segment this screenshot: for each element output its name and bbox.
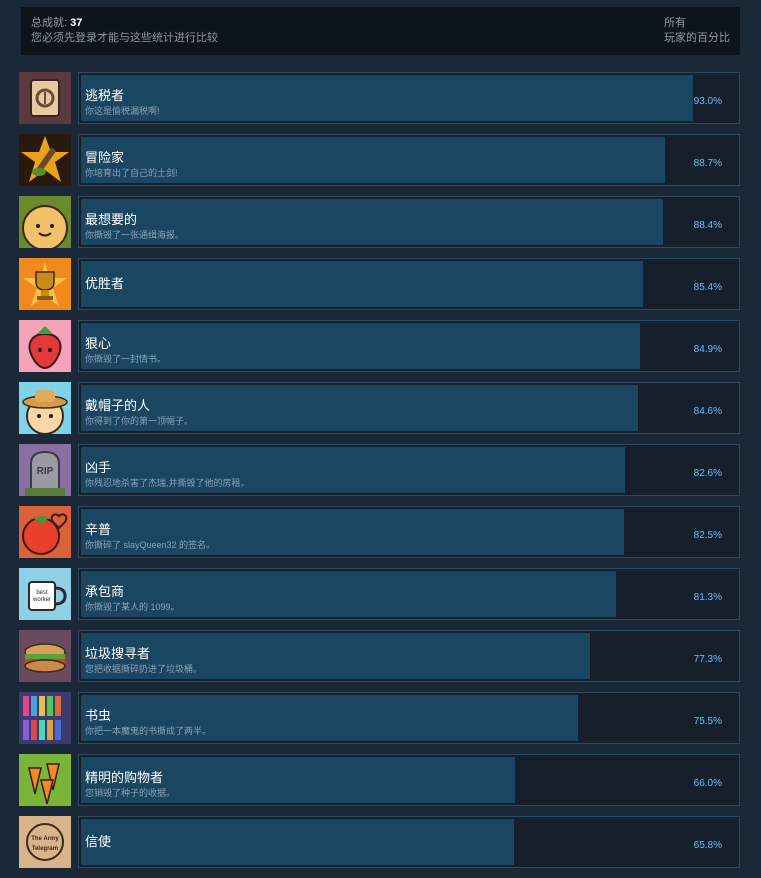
achievement-percent: 93.0% xyxy=(693,96,722,107)
achievement-percent: 82.5% xyxy=(693,530,722,541)
hat-face-icon xyxy=(19,382,71,434)
achievement-row: best worker 承包商你撕毁了某人的 1099。 81.3% xyxy=(19,568,740,620)
army-telegram-icon: The Army Telegram xyxy=(19,816,71,868)
achievement-percent: 85.4% xyxy=(693,282,722,293)
percent-column-header: 所有 玩家的百分比 xyxy=(664,16,730,46)
achievement-progress-bar: 书虫你把一本魔鬼的书撕成了两半。 75.5% xyxy=(78,692,740,744)
total-count: 37 xyxy=(70,17,83,29)
achievement-name: 冒险家 xyxy=(85,150,125,165)
achievement-description: 您把收据撕碎扔进了垃圾桶。 xyxy=(85,664,203,674)
svg-text:best: best xyxy=(36,590,48,596)
achievement-percent: 81.3% xyxy=(693,592,722,603)
tomato-heart-icon xyxy=(19,506,71,558)
achievement-row: 最想要的你撕毁了一张通缉海报。 88.4% xyxy=(19,196,740,248)
achievement-name: 狠心 xyxy=(85,336,112,351)
achievement-row: 戴帽子的人你得到了你的第一顶帽子。 84.6% xyxy=(19,382,740,434)
achievement-progress-bar: 戴帽子的人你得到了你的第一顶帽子。 84.6% xyxy=(78,382,740,434)
strawberry-icon xyxy=(19,320,71,372)
achievement-row: 优胜者 85.4% xyxy=(19,258,740,310)
achievement-progress-bar: 最想要的你撕毁了一张通缉海报。 88.4% xyxy=(78,196,740,248)
achievement-summary: 总成就: 37 您必须先登录才能与这些统计进行比较 所有 玩家的百分比 xyxy=(21,7,740,55)
achievement-list: 逃税者你这是偷税漏税啊! 93.0% 冒险家你培育出了自己的土剑! 88.7% 最想要的… xyxy=(19,72,740,878)
achievement-progress-bar: 逃税者你这是偷税漏税啊! 93.0% xyxy=(78,72,740,124)
achievement-progress-bar: 狠心你撕毁了一封情书。 84.9% xyxy=(78,320,740,372)
achievement-row: RIP 凶手你残忍地杀害了杰瑞,并撕毁了他的房租。 82.6% xyxy=(19,444,740,496)
progress-fill xyxy=(81,819,514,865)
achievement-name: 垃圾搜寻者 xyxy=(85,646,151,661)
achievement-name: 辛普 xyxy=(85,522,112,537)
achievement-name: 戴帽子的人 xyxy=(85,398,151,413)
svg-text:Telegram: Telegram xyxy=(32,846,58,852)
achievement-row: 冒险家你培育出了自己的土剑! 88.7% xyxy=(19,134,740,186)
achievement-name: 优胜者 xyxy=(85,276,125,291)
summary-left: 总成就: 37 您必须先登录才能与这些统计进行比较 xyxy=(31,16,218,46)
achievement-progress-bar: 冒险家你培育出了自己的土剑! 88.7% xyxy=(78,134,740,186)
achievement-description: 你把一本魔鬼的书撕成了两半。 xyxy=(85,726,212,736)
achievement-name: 书虫 xyxy=(85,708,112,723)
achievement-percent: 65.8% xyxy=(693,840,722,851)
achievement-row: 辛普你撕碎了 slayQueen32 的签名。 82.5% xyxy=(19,506,740,558)
achievement-name: 凶手 xyxy=(85,460,112,475)
mug-icon: best worker xyxy=(19,568,71,620)
column-header-line2: 玩家的百分比 xyxy=(664,32,730,44)
svg-text:worker: worker xyxy=(32,597,51,603)
tax-form-icon xyxy=(19,72,71,124)
column-header-line1: 所有 xyxy=(664,17,686,29)
achievement-progress-bar: 垃圾搜寻者您把收据撕碎扔进了垃圾桶。 77.3% xyxy=(78,630,740,682)
achievement-percent: 82.6% xyxy=(693,468,722,479)
achievement-name: 信使 xyxy=(85,834,112,849)
onion-face-icon xyxy=(19,196,71,248)
achievement-row: 书虫你把一本魔鬼的书撕成了两半。 75.5% xyxy=(19,692,740,744)
achievement-description: 你得到了你的第一顶帽子。 xyxy=(85,416,194,426)
achievement-description: 你撕毁了一张通缉海报。 xyxy=(85,230,185,240)
tombstone-icon: RIP xyxy=(19,444,71,496)
total-achievements: 总成就: 37 xyxy=(31,16,218,31)
achievement-description: 你这是偷税漏税啊! xyxy=(85,106,160,116)
achievement-description: 你培育出了自己的土剑! xyxy=(85,168,178,178)
dirt-sword-icon xyxy=(19,134,71,186)
achievement-percent: 66.0% xyxy=(693,778,722,789)
achievement-row: 逃税者你这是偷税漏税啊! 93.0% xyxy=(19,72,740,124)
achievement-percent: 84.6% xyxy=(693,406,722,417)
achievement-percent: 88.7% xyxy=(693,158,722,169)
achievement-description: 你撕毁了一封情书。 xyxy=(85,354,167,364)
svg-text:The Army: The Army xyxy=(31,836,59,842)
progress-fill xyxy=(81,75,693,121)
achievement-percent: 84.9% xyxy=(693,344,722,355)
achievement-row: The Army Telegram 信使 65.8% xyxy=(19,816,740,868)
achievement-row: 垃圾搜寻者您把收据撕碎扔进了垃圾桶。 77.3% xyxy=(19,630,740,682)
achievement-percent: 88.4% xyxy=(693,220,722,231)
total-label: 总成就: xyxy=(31,17,68,29)
achievement-description: 你残忍地杀害了杰瑞,并撕毁了他的房租。 xyxy=(85,478,250,488)
svg-text:RIP: RIP xyxy=(37,466,54,477)
achievement-row: 狠心你撕毁了一封情书。 84.9% xyxy=(19,320,740,372)
achievement-progress-bar: 优胜者 85.4% xyxy=(78,258,740,310)
achievement-progress-bar: 承包商你撕毁了某人的 1099。 81.3% xyxy=(78,568,740,620)
carrots-icon xyxy=(19,754,71,806)
achievement-progress-bar: 凶手你残忍地杀害了杰瑞,并撕毁了他的房租。 82.6% xyxy=(78,444,740,496)
achievement-name: 精明的购物者 xyxy=(85,770,164,785)
achievement-percent: 75.5% xyxy=(693,716,722,727)
trophy-icon xyxy=(19,258,71,310)
achievement-name: 逃税者 xyxy=(85,88,125,103)
achievement-description: 你撕碎了 slayQueen32 的签名。 xyxy=(85,540,216,550)
achievement-progress-bar: 精明的购物者您销毁了种子的收据。 66.0% xyxy=(78,754,740,806)
sandwich-icon xyxy=(19,630,71,682)
login-note: 您必须先登录才能与这些统计进行比较 xyxy=(31,32,218,44)
achievement-name: 承包商 xyxy=(85,584,125,599)
achievement-progress-bar: 辛普你撕碎了 slayQueen32 的签名。 82.5% xyxy=(78,506,740,558)
achievement-progress-bar: 信使 65.8% xyxy=(78,816,740,868)
achievement-row: 精明的购物者您销毁了种子的收据。 66.0% xyxy=(19,754,740,806)
bookshelf-icon xyxy=(19,692,71,744)
achievement-description: 你撕毁了某人的 1099。 xyxy=(85,602,180,612)
achievement-description: 您销毁了种子的收据。 xyxy=(85,788,176,798)
achievement-name: 最想要的 xyxy=(85,212,138,227)
achievement-percent: 77.3% xyxy=(693,654,722,665)
progress-fill xyxy=(81,261,643,307)
